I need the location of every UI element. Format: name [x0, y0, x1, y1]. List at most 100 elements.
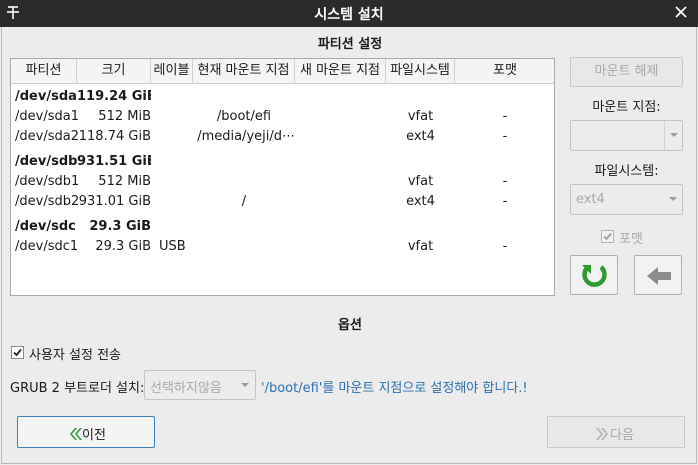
column-format[interactable]: 포맷: [455, 59, 555, 84]
current-mount-cell: [193, 237, 295, 257]
format-cell: -: [502, 239, 508, 254]
filesystem-cell: vfat: [407, 239, 434, 254]
new-mount-cell: [295, 172, 386, 192]
revert-button[interactable]: [570, 255, 618, 295]
format-cell: [455, 217, 555, 237]
options-title: 옵션: [338, 318, 362, 333]
format-cell: -: [502, 109, 508, 124]
filesystem-cell: [386, 217, 455, 237]
arrow-left-icon: [647, 267, 671, 285]
partition-cell: /dev/sdb1: [15, 174, 80, 189]
filesystem-value: ext4: [576, 192, 605, 207]
filesystem-combo[interactable]: ext4: [570, 184, 683, 215]
size-cell: 118.74 GiB: [78, 129, 151, 144]
current-mount-cell: /: [241, 194, 247, 209]
transfer-settings-checkbox[interactable]: [11, 346, 24, 359]
format-cell: [455, 87, 555, 107]
column-size[interactable]: 크기: [77, 59, 151, 84]
unmount-button[interactable]: 마운트 해제: [570, 57, 683, 87]
grub-label: GRUB 2 부트로더 설치:: [10, 381, 145, 396]
size-cell: 512 MiB: [98, 109, 151, 124]
next-button-label: 다음: [610, 428, 634, 443]
current-mount-cell: [193, 152, 295, 172]
new-mount-cell: [295, 87, 386, 107]
table-row[interactable]: /dev/sda1 512 MiB /boot/efi vfat -: [11, 107, 554, 127]
transfer-settings-label: 사용자 설정 전송: [29, 348, 121, 363]
close-icon[interactable]: [674, 5, 688, 19]
table-row[interactable]: /dev/sdc1 29.3 GiB USB vfat -: [11, 237, 554, 257]
remove-mount-button[interactable]: [634, 255, 682, 295]
new-mount-cell: [295, 107, 386, 127]
chevron-down-icon: [664, 185, 682, 214]
table-row[interactable]: /dev/sda2 118.74 GiB /media/yeji/d⋯ ext4…: [11, 127, 554, 147]
installer-window: 파티션 설정 파티션 크기 레이블 현재 마운트 지점 새 마운트 지점 파일시…: [1, 27, 697, 464]
chevron-down-icon: [664, 121, 682, 150]
current-mount-cell: /media/yeji/d⋯: [197, 129, 295, 144]
mount-point-combo[interactable]: [570, 120, 683, 151]
chevron-down-icon: [241, 383, 249, 387]
current-mount-cell: [193, 87, 295, 107]
partition-cell: /dev/sdb2: [15, 194, 80, 209]
filesystem-cell: [386, 152, 455, 172]
size-cell: 29.3 GiB: [95, 239, 151, 254]
column-label[interactable]: 레이블: [151, 59, 193, 84]
partition-cell: /dev/sdb: [15, 154, 78, 169]
format-checkbox-label: 포맷: [619, 232, 643, 247]
partition-cell: /dev/sdc: [15, 219, 76, 234]
filesystem-label: 파일시스템:: [594, 164, 659, 179]
column-partition[interactable]: 파티션: [11, 59, 77, 84]
table-row[interactable]: /dev/sdc 29.3 GiB: [11, 217, 554, 237]
partition-section-title: 파티션 설정: [317, 37, 383, 52]
filesystem-cell: vfat: [407, 109, 434, 124]
grub-select-value: 선택하지않음: [150, 381, 222, 396]
table-header: 파티션 크기 레이블 현재 마운트 지점 새 마운트 지점 파일시스템 포맷: [11, 59, 554, 84]
mount-point-label: 마운트 지점:: [592, 100, 661, 115]
table-row[interactable]: /dev/sdb1 512 MiB vfat -: [11, 172, 554, 192]
new-mount-cell: [295, 237, 386, 257]
grub-hint: '/boot/efi'를 마운트 지점으로 설정해야 합니다.!: [261, 381, 528, 396]
checkmark-icon: [603, 232, 612, 241]
refresh-icon: [582, 265, 607, 287]
column-filesystem[interactable]: 파일시스템: [386, 59, 455, 84]
partition-table: 파티션 크기 레이블 현재 마운트 지점 새 마운트 지점 파일시스템 포맷 /…: [10, 58, 555, 296]
new-mount-cell: [295, 127, 386, 147]
current-mount-cell: /boot/efi: [216, 109, 272, 124]
size-cell: 931.51 GiB: [77, 154, 151, 169]
table-row[interactable]: /dev/sdb 931.51 GiB: [11, 152, 554, 172]
format-cell: -: [502, 129, 508, 144]
column-new-mount[interactable]: 새 마운트 지점: [295, 59, 386, 84]
partition-cell: /dev/sda: [15, 89, 77, 104]
partition-cell: /dev/sda1: [15, 109, 79, 124]
size-cell: 29.3 GiB: [89, 219, 151, 234]
grub-select[interactable]: 선택하지않음: [144, 370, 256, 400]
format-cell: -: [502, 194, 508, 209]
next-button[interactable]: 다음: [547, 416, 685, 448]
new-mount-cell: [295, 152, 386, 172]
back-button-label: 이전: [82, 428, 106, 443]
size-cell: 119.24 GiB: [77, 89, 151, 104]
format-checkbox[interactable]: [601, 230, 614, 243]
size-cell: 931.01 GiB: [78, 194, 151, 209]
back-button[interactable]: 이전: [17, 416, 155, 448]
title-bar: 시스템 설치: [0, 0, 698, 27]
size-cell: 512 MiB: [98, 174, 151, 189]
new-mount-cell: [295, 217, 386, 237]
table-row[interactable]: /dev/sdb2 931.01 GiB / ext4 -: [11, 192, 554, 212]
new-mount-cell: [295, 192, 386, 212]
current-mount-cell: [193, 172, 295, 192]
checkmark-icon: [13, 348, 22, 357]
double-chevron-right-icon: [596, 427, 608, 440]
window-title: 시스템 설치: [314, 7, 384, 23]
format-cell: [455, 152, 555, 172]
double-chevron-left-icon: [70, 427, 82, 440]
filesystem-cell: ext4: [406, 129, 435, 144]
column-current-mount[interactable]: 현재 마운트 지점: [193, 59, 295, 84]
partition-cell: /dev/sda2: [15, 129, 79, 144]
table-row[interactable]: /dev/sda 119.24 GiB: [11, 87, 554, 107]
current-mount-cell: [193, 217, 295, 237]
filesystem-cell: vfat: [407, 174, 434, 189]
filesystem-cell: ext4: [406, 194, 435, 209]
format-cell: -: [502, 174, 508, 189]
filesystem-cell: [386, 87, 455, 107]
partition-cell: /dev/sdc1: [15, 239, 79, 254]
